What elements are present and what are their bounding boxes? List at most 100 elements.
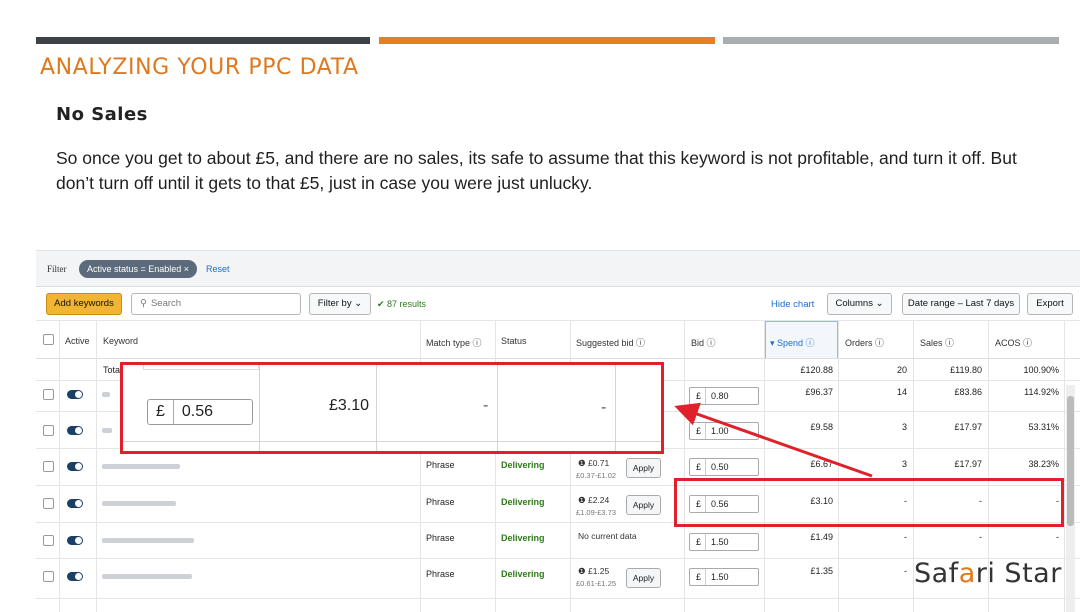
active-toggle-icon[interactable] [67,499,83,508]
col-match-type[interactable]: Match type ⓘ [426,336,482,349]
active-toggle-icon[interactable] [67,536,83,545]
totals-orders: 20 [896,365,907,375]
zoom-orders-value: - [483,397,489,414]
spend-value: £9.58 [810,422,833,432]
zoom-divider [497,365,498,451]
bid-input[interactable]: £1.00 [689,422,759,440]
match-type-value: Phrase [426,497,455,507]
keyword-redacted [102,538,194,543]
add-keywords-button[interactable]: Add keywords [46,293,122,315]
zoom-input-edge [143,365,259,370]
active-status-filter-chip[interactable]: Active status = Enabled × [79,260,198,278]
col-orders[interactable]: Orders ⓘ [845,336,884,349]
filter-label: Filter [47,264,67,274]
totals-acos: 100.90% [1023,365,1059,375]
spend-value: £1.49 [810,532,833,542]
apply-button[interactable]: Apply [626,568,661,588]
scrollbar-thumb[interactable] [1067,396,1074,526]
row-checkbox[interactable] [43,535,54,546]
suggested-bid-range: £1.09-£3.73 [576,508,617,517]
row-checkbox[interactable] [43,425,54,436]
acos-value: 114.92% [1024,387,1059,397]
suggested-bid-range: £0.61-£1.25 [576,579,617,588]
orders-value: 14 [896,387,907,397]
table-toolbar: Add keywords ⚲ Search Filter by ⌄ ✔ 87 re… [36,287,1080,321]
apply-button[interactable]: Apply [626,495,661,515]
zoom-divider [259,365,260,451]
active-toggle-icon[interactable] [67,462,83,471]
status-value: Delivering [501,569,545,579]
active-toggle-icon[interactable] [67,426,83,435]
accent-bar-gray [723,37,1059,44]
select-all-checkbox[interactable] [43,334,54,345]
reset-filter-link[interactable]: Reset [206,264,230,274]
spend-value: £1.35 [810,566,833,576]
match-type-value: Phrase [426,533,455,543]
totals-sales: £119.80 [950,365,982,375]
zoom-divider [376,365,377,451]
slide-body-text: So once you get to about £5, and there a… [56,148,1017,193]
totals-label: Tota [103,365,121,375]
slide-subtitle: No Sales [56,104,148,125]
active-toggle-icon[interactable] [67,572,83,581]
acos-value: 38.23% [1028,459,1059,469]
spend-value: £96.37 [805,387,833,397]
acos-value: 53.31% [1028,422,1059,432]
suggested-bid-value: ❶ £1.25 [578,566,610,576]
search-icon: ⚲ [140,298,147,309]
keyword-redacted [102,428,112,433]
row-checkbox[interactable] [43,461,54,472]
orders-value: 3 [901,422,907,432]
filter-by-dropdown[interactable]: Filter by ⌄ [309,293,371,315]
safari-star-logo: Safari Star [914,558,1062,589]
table-row: Phrase Delivering No current data £1.50 … [36,523,1080,559]
sales-value: £83.86 [954,387,982,397]
zoom-bid-input: £0.56 [147,399,253,425]
highlight-box [674,478,1064,527]
suggested-bid-value: ❶ £2.24 [578,495,610,505]
sales-value: £17.97 [954,459,982,469]
status-value: Delivering [501,497,545,507]
bid-input[interactable]: £0.80 [689,387,759,405]
sales-value: - [979,532,982,542]
accent-bar-dark [36,37,370,44]
col-sales[interactable]: Sales ⓘ [920,336,954,349]
export-button[interactable]: Export [1027,293,1073,315]
col-bid[interactable]: Bid ⓘ [691,336,716,349]
match-type-value: Phrase [426,460,455,470]
accent-bar-orange [379,37,715,44]
zoom-callout: £0.56 £3.10 - - [120,362,664,454]
col-spend[interactable]: ▾ Spend ⓘ [770,336,815,349]
columns-dropdown[interactable]: Columns ⌄ [827,293,892,315]
bid-input[interactable]: £1.50 [689,568,759,586]
bid-input[interactable]: £1.50 [689,533,759,551]
match-type-value: Phrase [426,569,455,579]
apply-button[interactable]: Apply [626,458,661,478]
bid-input[interactable]: £0.50 [689,458,759,476]
search-input[interactable]: ⚲ Search [131,293,301,315]
orders-value: 3 [901,459,907,469]
suggested-bid-value: ❶ £0.71 [578,458,610,468]
date-range-dropdown[interactable]: Date range – Last 7 days [902,293,1020,315]
keyword-redacted [102,392,110,397]
filter-bar: Filter Active status = Enabled × Reset [36,251,1080,287]
active-toggle-icon[interactable] [67,390,83,399]
status-value: Delivering [501,533,545,543]
acos-value: - [1056,532,1059,542]
orders-value: - [904,566,907,576]
col-acos[interactable]: ACOS ⓘ [995,336,1032,349]
slide-title: ANALYZING YOUR PPC DATA [40,55,359,80]
row-checkbox[interactable] [43,498,54,509]
keyword-redacted [102,464,180,469]
zoom-divider [615,365,616,451]
row-checkbox[interactable] [43,571,54,582]
col-status[interactable]: Status [501,336,527,346]
row-checkbox[interactable] [43,389,54,400]
keyword-redacted [102,574,192,579]
keyword-redacted [102,501,176,506]
status-value: Delivering [501,460,545,470]
spend-value: £6.67 [810,459,833,469]
totals-spend: £120.88 [800,365,833,375]
hide-chart-link[interactable]: Hide chart [771,299,814,310]
col-suggested-bid[interactable]: Suggested bid ⓘ [576,336,645,349]
